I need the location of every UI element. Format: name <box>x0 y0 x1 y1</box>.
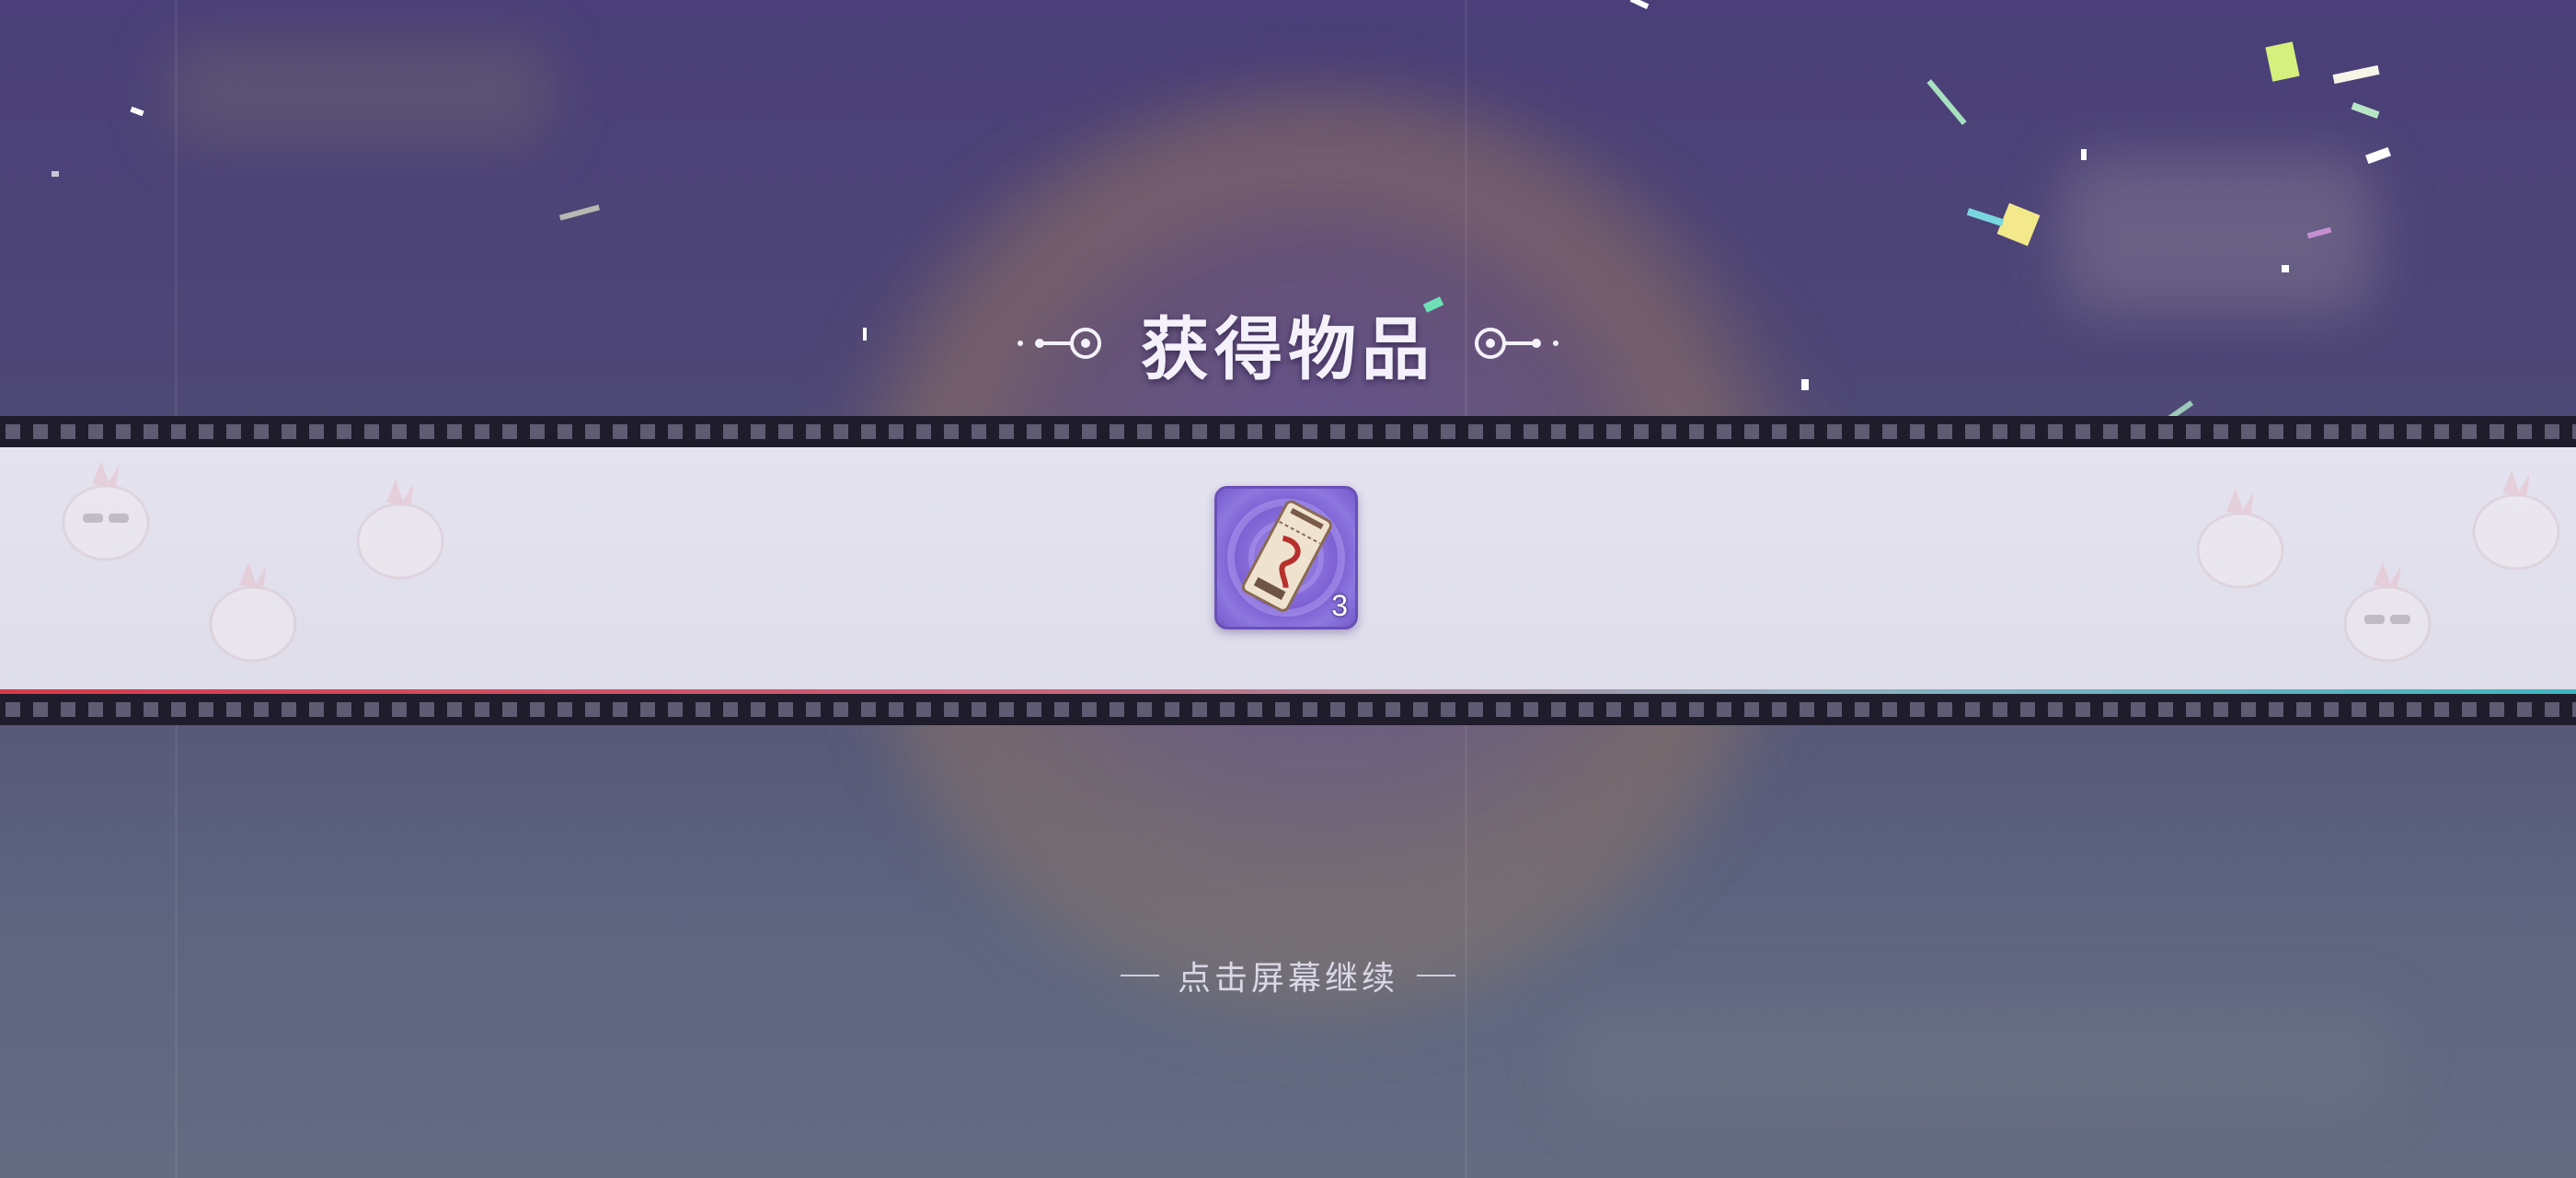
background-blob <box>1564 1003 2392 1114</box>
mascot-pattern-icon <box>2343 562 2432 663</box>
hint-left-dash <box>1120 975 1159 976</box>
tap-to-continue[interactable]: 点击屏幕继续 <box>0 948 2576 1003</box>
confetti-piece <box>2351 102 2380 119</box>
confetti-piece <box>52 171 59 177</box>
confetti-piece <box>2365 146 2391 165</box>
reward-title: 获得物品 <box>1141 310 1435 387</box>
hint-right-dash <box>1417 975 1455 976</box>
confetti-piece <box>1966 208 2005 226</box>
confetti-piece <box>1926 79 1967 125</box>
title-right-ornament-icon <box>1475 328 1558 359</box>
item-count: 3 <box>1331 589 1348 622</box>
reward-title-bar: 获得物品 <box>0 293 2576 394</box>
background-blob <box>2061 156 2374 313</box>
confetti-piece <box>130 106 144 117</box>
confetti-piece <box>558 204 601 221</box>
film-strip-top <box>0 416 2576 447</box>
confetti-piece <box>1996 202 2041 247</box>
confetti-piece <box>2265 41 2300 82</box>
title-left-ornament-icon <box>1018 328 1101 359</box>
mascot-pattern-icon <box>209 562 297 663</box>
confetti-piece <box>1629 0 1650 9</box>
mascot-pattern-icon <box>356 479 444 580</box>
film-strip-bottom <box>0 694 2576 725</box>
background-blob <box>166 37 552 147</box>
film-perforations <box>0 702 2576 717</box>
mascot-pattern-icon <box>62 461 150 561</box>
continue-hint-text: 点击屏幕继续 <box>1177 959 1398 997</box>
mascot-pattern-icon <box>2472 470 2560 571</box>
reward-item-slot[interactable]: 3 <box>1214 486 1358 629</box>
confetti-piece <box>2081 149 2087 160</box>
film-perforations <box>0 424 2576 439</box>
mascot-pattern-icon <box>2196 489 2284 589</box>
confetti-piece <box>2282 265 2289 272</box>
confetti-piece <box>2332 64 2380 85</box>
